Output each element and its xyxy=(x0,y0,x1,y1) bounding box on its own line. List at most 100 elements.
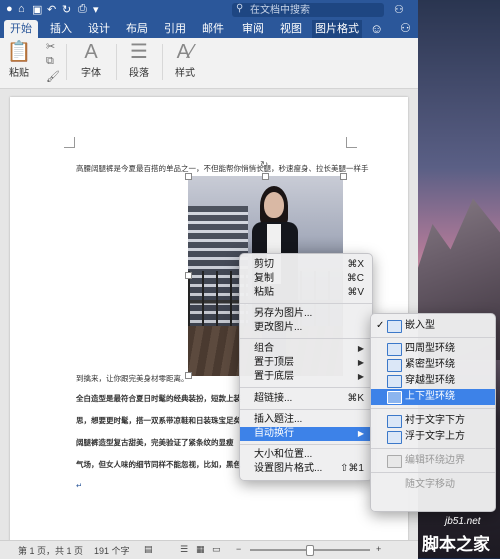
menu-item-hyperlink[interactable]: 超链接... ⌘K xyxy=(240,392,372,406)
tab-mailings[interactable]: 邮件 xyxy=(196,20,230,38)
wrap-in-front-text[interactable]: 浮于文字上方 xyxy=(371,429,495,445)
submenu-item-label: 穿越型环绕 xyxy=(405,375,455,386)
menu-item-label: 组合 xyxy=(254,343,274,354)
menu-item-group[interactable]: 组合 ▶ xyxy=(240,342,372,356)
menu-shortcut: ⌘X xyxy=(347,259,364,270)
wrap-top-bottom[interactable]: 上下型环绕 xyxy=(371,389,495,405)
doc-paragraph[interactable]: 全白造型是最符合夏日时髦的经典装扮，短款上装 xyxy=(76,393,241,404)
search-box[interactable]: ⚲ xyxy=(232,3,384,17)
menu-item-cut[interactable]: 剪切 ⌘X xyxy=(240,258,372,272)
wrap-behind-text[interactable]: 衬于文字下方 xyxy=(371,413,495,429)
wrap-through[interactable]: 穿越型环绕 xyxy=(371,373,495,389)
menu-separator xyxy=(371,337,495,338)
wrap-tight-icon xyxy=(387,359,402,372)
submenu-item-label: 衬于文字下方 xyxy=(405,415,465,426)
menu-separator xyxy=(371,448,495,449)
undo-icon[interactable]: ↶ xyxy=(47,3,56,16)
menu-item-paste[interactable]: 粘贴 ⌘V xyxy=(240,286,372,300)
doc-paragraph[interactable]: 阔腿裤造型复古甜美，完美验证了紧条纹的显瘦 xyxy=(76,437,234,448)
print-icon[interactable]: ⎙ xyxy=(78,3,87,16)
menu-shortcut: ⇧⌘1 xyxy=(340,463,364,474)
tab-insert[interactable]: 插入 xyxy=(44,20,78,38)
watermark-name: 脚本之家 xyxy=(422,535,490,554)
tab-design[interactable]: 设计 xyxy=(82,20,116,38)
menu-item-change-picture[interactable]: 更改图片... xyxy=(240,321,372,335)
wrap-through-icon xyxy=(387,375,402,388)
share-icon[interactable]: ⚇ xyxy=(394,3,404,16)
paragraph-group-button[interactable]: ☰ 段落 xyxy=(124,40,154,79)
menu-item-bring-to-front[interactable]: 置于顶层 ▶ xyxy=(240,356,372,370)
search-input[interactable] xyxy=(250,3,380,17)
zoom-out-icon[interactable]: − xyxy=(236,544,241,554)
crop-mark xyxy=(346,137,357,148)
menu-item-send-to-back[interactable]: 置于底层 ▶ xyxy=(240,370,372,384)
font-icon: A xyxy=(84,41,98,63)
menu-item-copy[interactable]: 复制 ⌘C xyxy=(240,272,372,286)
wrap-tight[interactable]: 紧密型环绕 xyxy=(371,357,495,373)
edit-wrap-points[interactable]: 编辑环绕边界 xyxy=(371,453,495,469)
doc-paragraph[interactable]: 高腰阔腿裤是今夏最百搭的单品之一，不但能帮你悄悄长腿，秒速瘦身、拉长美腿一样手 xyxy=(76,163,369,174)
move-with-text[interactable]: 随文字移动 xyxy=(371,477,495,493)
print-layout-icon[interactable]: ▦ xyxy=(196,544,205,555)
tab-layout[interactable]: 布局 xyxy=(120,20,154,38)
wrap-text-submenu: ✓ 嵌入型 四周型环绕 紧密型环绕 穿越型环绕 上下型环绕 衬于文字下方 浮于文字… xyxy=(370,313,496,512)
menu-item-size-position[interactable]: 大小和位置... xyxy=(240,448,372,462)
save-icon[interactable]: ▣ xyxy=(32,3,42,16)
page-info[interactable]: 第 1 页，共 1 页 xyxy=(18,544,83,557)
customize-toolbar-icon[interactable]: ▾ xyxy=(93,3,99,16)
menu-separator xyxy=(240,387,372,388)
tab-review[interactable]: 审阅 xyxy=(236,20,270,38)
submenu-item-label: 四周型环绕 xyxy=(405,343,455,354)
zoom-slider-thumb[interactable] xyxy=(306,545,314,556)
redo-icon[interactable]: ↻ xyxy=(62,3,71,16)
doc-paragraph[interactable]: 气场，但女人味的细节同样不能忽视，比如，黑色 xyxy=(76,459,241,470)
ribbon-divider xyxy=(162,44,163,80)
people-icon[interactable]: ⚇ xyxy=(400,21,411,35)
menu-item-format-picture[interactable]: 设置图片格式... ⇧⌘1 xyxy=(240,462,372,476)
tab-view[interactable]: 视图 xyxy=(274,20,308,38)
doc-paragraph[interactable]: 到擒来，让你跟完美身材零距离。 xyxy=(76,373,189,384)
format-painter-icon[interactable]: 🖌 xyxy=(46,70,60,83)
tab-picture-format[interactable]: 图片格式 xyxy=(312,20,362,38)
ribbon-tabs: 开始 插入 设计 布局 引用 邮件 审阅 视图 图片格式 ☺ ⚇ xyxy=(0,20,418,38)
resize-handle[interactable] xyxy=(185,173,192,180)
proofing-icon[interactable]: ▤ xyxy=(144,544,153,555)
styles-group-button[interactable]: A⁄ 样式 xyxy=(170,40,200,79)
copy-icon[interactable]: ⧉ xyxy=(46,55,54,68)
web-layout-icon[interactable]: ▭ xyxy=(212,544,221,555)
checkmark-icon: ✓ xyxy=(376,320,385,331)
wrap-inline[interactable]: ✓ 嵌入型 xyxy=(371,318,495,334)
submenu-item-label: 浮于文字上方 xyxy=(405,431,465,442)
close-icon[interactable]: ● xyxy=(6,3,13,15)
menu-item-label: 更改图片... xyxy=(254,322,303,333)
wrap-square[interactable]: 四周型环绕 xyxy=(371,341,495,357)
smiley-feedback-icon[interactable]: ☺ xyxy=(370,21,383,36)
font-group-button[interactable]: A 字体 xyxy=(76,40,106,79)
zoom-in-icon[interactable]: + xyxy=(376,544,381,554)
cut-icon[interactable]: ✂ xyxy=(46,40,55,53)
person-head xyxy=(264,192,284,218)
resize-handle[interactable] xyxy=(262,173,269,180)
styles-label: 样式 xyxy=(175,68,195,79)
focus-icon[interactable]: ☰ xyxy=(180,544,188,555)
rotate-handle-icon[interactable]: ↻ xyxy=(260,160,268,171)
resize-handle[interactable] xyxy=(340,173,347,180)
tab-references[interactable]: 引用 xyxy=(158,20,192,38)
menu-item-save-as-picture[interactable]: 另存为图片... xyxy=(240,307,372,321)
wrap-inline-icon xyxy=(387,320,402,333)
status-bar: 第 1 页，共 1 页 191 个字 ▤ ☰ ▦ ▭ − + xyxy=(0,540,418,559)
menu-item-label: 自动换行 xyxy=(254,428,294,439)
menu-item-insert-caption[interactable]: 插入题注... xyxy=(240,413,372,427)
menu-item-label: 剪切 xyxy=(254,259,274,270)
menu-item-label: 大小和位置... xyxy=(254,449,313,460)
paste-button[interactable]: 📋 粘贴 xyxy=(6,40,32,79)
wrap-square-icon xyxy=(387,343,402,356)
menu-item-wrap-text[interactable]: 自动换行 ▶ xyxy=(240,427,372,441)
submenu-item-label: 编辑环绕边界 xyxy=(405,455,465,466)
resize-handle[interactable] xyxy=(185,272,192,279)
doc-paragraph[interactable]: 思，想要更时髦，搭一双系带凉鞋和日装珠宝足矣 xyxy=(76,415,241,426)
tab-home[interactable]: 开始 xyxy=(4,20,38,38)
resize-handle[interactable] xyxy=(185,372,192,379)
home-icon[interactable]: ⌂ xyxy=(18,3,25,15)
word-count[interactable]: 191 个字 xyxy=(94,544,130,557)
